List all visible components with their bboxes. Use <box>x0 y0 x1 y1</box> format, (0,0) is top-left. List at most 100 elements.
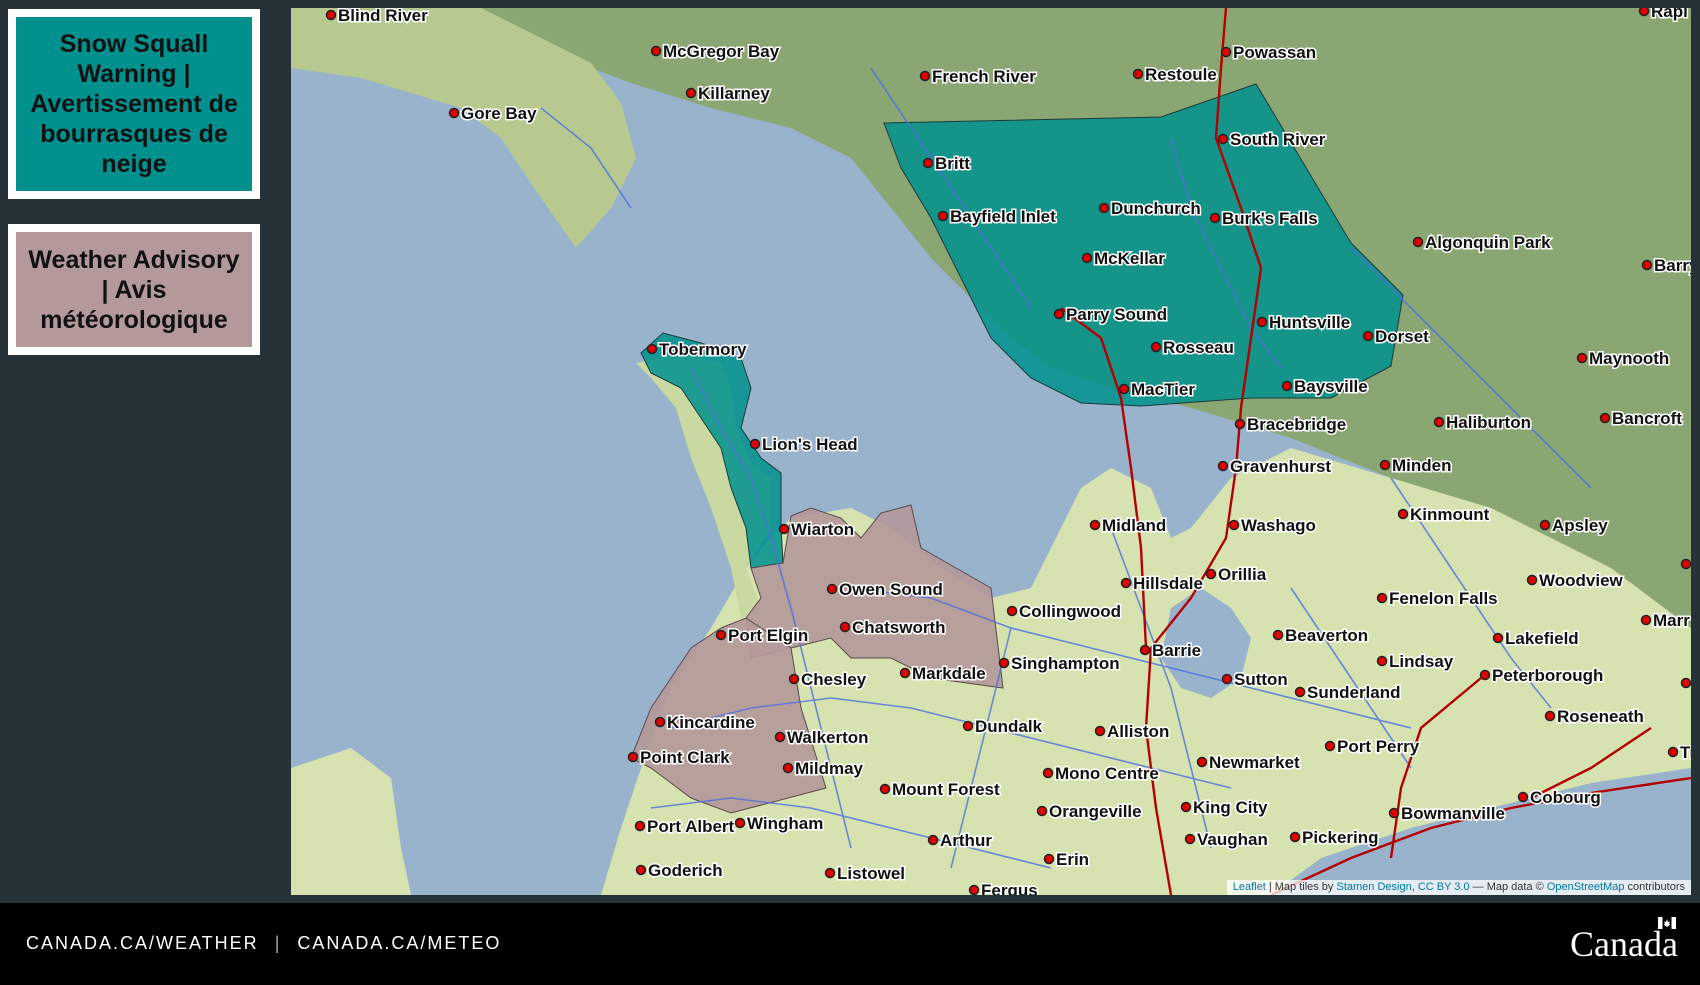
place-marker-icon[interactable] <box>634 820 646 832</box>
place-marker-icon[interactable] <box>1641 259 1653 271</box>
place-marker-icon[interactable] <box>1680 558 1691 570</box>
place-baysville[interactable]: Baysville <box>1281 376 1369 398</box>
place-parry-sound[interactable]: Parry Sound <box>1053 304 1169 326</box>
place-rosseau[interactable]: Rosseau <box>1150 337 1235 359</box>
place-marker-icon[interactable] <box>1209 212 1221 224</box>
place-cobourg[interactable]: Cobourg <box>1517 787 1602 809</box>
place-marker-icon[interactable] <box>1256 316 1268 328</box>
place-marker-icon[interactable] <box>1376 655 1388 667</box>
place-marker-icon[interactable] <box>1576 352 1588 364</box>
place-marker-icon[interactable] <box>937 210 949 222</box>
place-marker-icon[interactable] <box>1479 669 1491 681</box>
place-marker-icon[interactable] <box>1379 459 1391 471</box>
place-kincardine[interactable]: Kincardine <box>654 712 756 734</box>
place-marker-icon[interactable] <box>1217 133 1229 145</box>
place-singhampton[interactable]: Singhampton <box>998 653 1121 675</box>
place-marker-icon[interactable] <box>1139 644 1151 656</box>
place-marker-icon[interactable] <box>1118 383 1130 395</box>
place-marker-icon[interactable] <box>1120 577 1132 589</box>
attribution-osm-link[interactable]: OpenStreetMap <box>1547 881 1625 893</box>
place-newmarket[interactable]: Newmarket <box>1196 752 1302 774</box>
place-marker-icon[interactable] <box>962 720 974 732</box>
place-marker-icon[interactable] <box>1220 46 1232 58</box>
place-marker-icon[interactable] <box>1081 252 1093 264</box>
place-marker-icon[interactable] <box>1089 519 1101 531</box>
place-port-albert[interactable]: Port Albert <box>634 816 736 838</box>
place-gravenhurst[interactable]: Gravenhurst <box>1217 456 1333 478</box>
place-bracebridge[interactable]: Bracebridge <box>1234 414 1348 436</box>
place-dundalk[interactable]: Dundalk <box>962 716 1044 738</box>
place-marker-icon[interactable] <box>1433 416 1445 428</box>
place-chesley[interactable]: Chesley <box>788 669 868 691</box>
place-marker-icon[interactable] <box>1388 807 1400 819</box>
place-restoule[interactable]: Restoule <box>1132 64 1218 86</box>
place-marker-icon[interactable] <box>1098 202 1110 214</box>
place-killarney[interactable]: Killarney <box>685 83 772 105</box>
place-marker-icon[interactable] <box>1272 629 1284 641</box>
place-marker-icon[interactable] <box>1667 746 1679 758</box>
place-haliburton[interactable]: Haliburton <box>1433 412 1533 434</box>
place-marker-icon[interactable] <box>782 762 794 774</box>
place-marker-icon[interactable] <box>1640 614 1652 626</box>
place-wiarton[interactable]: Wiarton <box>778 519 856 541</box>
place-south-river[interactable]: South River <box>1217 129 1327 151</box>
place-marker-icon[interactable] <box>774 731 786 743</box>
place-marker-icon[interactable] <box>826 583 838 595</box>
place-blind-river[interactable]: Blind River <box>325 8 430 27</box>
place-marker-icon[interactable] <box>325 9 337 21</box>
place-mckellar[interactable]: McKellar <box>1081 248 1167 270</box>
place-walkerton[interactable]: Walkerton <box>774 727 870 749</box>
place-powassan[interactable]: Powassan <box>1220 42 1318 64</box>
place-fenelon-falls[interactable]: Fenelon Falls <box>1376 588 1499 610</box>
place-marker-icon[interactable] <box>1036 805 1048 817</box>
map-canvas[interactable]: Blind River McGregor Bay Killarney Gore Bay… <box>291 8 1691 895</box>
place-burk-s-falls[interactable]: Burk's Falls <box>1209 208 1319 230</box>
place-sunderland[interactable]: Sunderland <box>1294 682 1402 704</box>
place-lakefield[interactable]: Lakefield <box>1492 628 1580 650</box>
place-maynooth[interactable]: Maynooth <box>1576 348 1671 370</box>
place-marker-icon[interactable] <box>1362 330 1374 342</box>
attribution-license-link[interactable]: CC BY 3.0 <box>1418 881 1470 893</box>
place-marker-icon[interactable] <box>1526 574 1538 586</box>
place-port-perry[interactable]: Port Perry <box>1324 736 1421 758</box>
place-wingham[interactable]: Wingham <box>734 813 825 835</box>
place-marker-icon[interactable] <box>1205 568 1217 580</box>
place-marker-icon[interactable] <box>1217 460 1229 472</box>
place-marker-icon[interactable] <box>1294 686 1306 698</box>
place-listowel[interactable]: Listowel <box>824 863 907 885</box>
attribution-leaflet-link[interactable]: Leaflet <box>1233 881 1266 893</box>
place-mcgregor-bay[interactable]: McGregor Bay <box>650 41 781 63</box>
place-bayfield-inlet[interactable]: Bayfield Inlet <box>937 206 1058 228</box>
place-goderich[interactable]: Goderich <box>635 860 724 882</box>
place-marker-icon[interactable] <box>1132 68 1144 80</box>
place-marker-icon[interactable] <box>1539 519 1551 531</box>
place-marker-icon[interactable] <box>968 884 980 895</box>
map[interactable]: Blind River McGregor Bay Killarney Gore Bay… <box>291 8 1691 895</box>
place-collingwood[interactable]: Collingwood <box>1006 601 1122 623</box>
place-marker-icon[interactable] <box>1150 341 1162 353</box>
place-lindsay[interactable]: Lindsay <box>1376 651 1455 673</box>
place-king-city[interactable]: King City <box>1180 797 1270 819</box>
place-tobermory[interactable]: Tobermory <box>646 339 749 361</box>
place-marker-icon[interactable] <box>646 343 658 355</box>
place-marker-icon[interactable] <box>839 621 851 633</box>
place-marker-icon[interactable] <box>654 716 666 728</box>
place-marker-icon[interactable] <box>749 438 761 450</box>
place-marker-icon[interactable] <box>922 157 934 169</box>
place-minden[interactable]: Minden <box>1379 455 1453 477</box>
place-marker-icon[interactable] <box>824 867 836 879</box>
place-gore-bay[interactable]: Gore Bay <box>448 103 539 125</box>
place-marker-icon[interactable] <box>1517 791 1529 803</box>
place-marker-icon[interactable] <box>1544 710 1556 722</box>
place-marker-icon[interactable] <box>1638 8 1650 17</box>
place-marker-icon[interactable] <box>715 629 727 641</box>
place-marker-icon[interactable] <box>1289 831 1301 843</box>
place-marker-icon[interactable] <box>919 70 931 82</box>
place-marker-icon[interactable] <box>1053 308 1065 320</box>
footer-link-weather[interactable]: CANADA.CA/WEATHER <box>26 933 259 953</box>
place-marker-icon[interactable] <box>879 783 891 795</box>
place-point-clark[interactable]: Point Clark <box>627 747 732 769</box>
place-dunchurch[interactable]: Dunchurch <box>1098 198 1202 220</box>
place-woodview[interactable]: Woodview <box>1526 570 1625 592</box>
place-chatsworth[interactable]: Chatsworth <box>839 617 947 639</box>
